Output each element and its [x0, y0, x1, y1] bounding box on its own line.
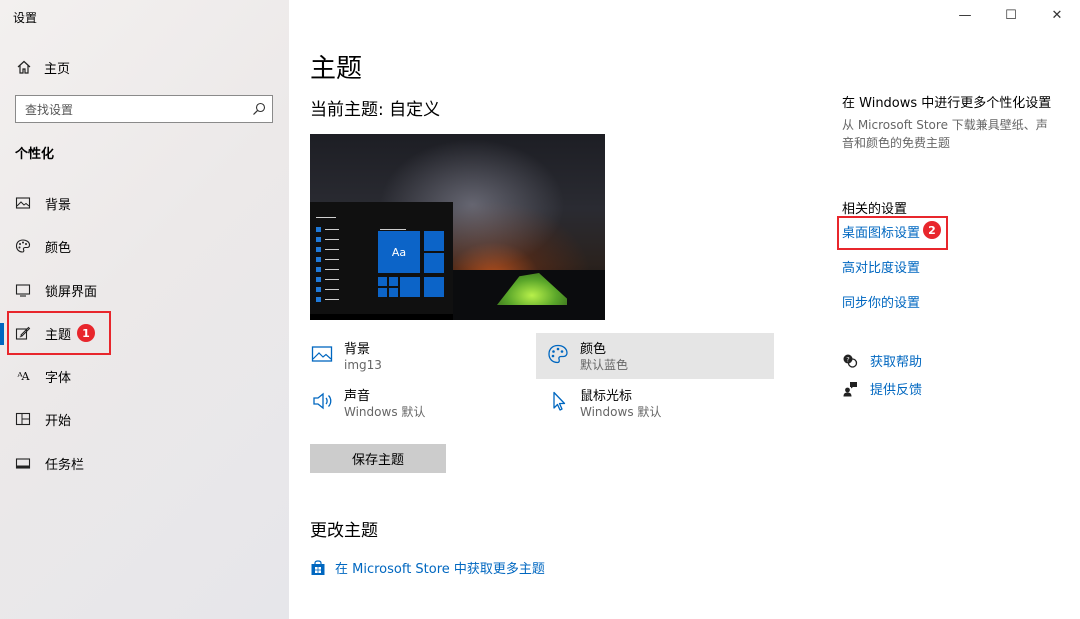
- picture-icon: [310, 342, 334, 366]
- preview-list-row: [316, 276, 339, 282]
- preview-tile: [424, 253, 444, 273]
- sound-option-title: 声音: [344, 389, 371, 404]
- preview-tile: [389, 277, 398, 286]
- cursor-option[interactable]: 鼠标光标 Windows 默认: [546, 389, 661, 420]
- search-placeholder: 查找设置: [25, 102, 74, 117]
- feedback-label: 提供反馈: [870, 383, 923, 398]
- preview-tile: [400, 277, 420, 297]
- sidebar-item-label: 颜色: [45, 240, 72, 256]
- preview-list-row: [316, 286, 339, 292]
- cursor-option-title: 鼠标光标: [580, 389, 633, 404]
- preview-tiles: Aa: [378, 231, 446, 307]
- change-theme-title: 更改主题: [310, 521, 378, 541]
- preview-list-row: [316, 246, 339, 252]
- palette-icon: [15, 238, 31, 254]
- cursor-icon: [546, 389, 570, 413]
- window-controls: — ☐ ✕: [942, 0, 1080, 30]
- sidebar-item-label: 锁屏界面: [45, 284, 98, 300]
- color-option[interactable]: 颜色 默认蓝色: [546, 342, 628, 373]
- page-title: 主题: [310, 54, 363, 84]
- sound-option-value: Windows 默认: [344, 405, 426, 419]
- more-personalization-desc: 从 Microsoft Store 下载兼具壁纸、声音和颜色的免费主题: [842, 118, 1048, 150]
- sidebar-item-taskbar[interactable]: 任务栏: [0, 443, 289, 483]
- window-title: 设置: [13, 11, 38, 25]
- sidebar-item-color[interactable]: 颜色: [0, 226, 289, 266]
- preview-tile-header: [380, 229, 406, 230]
- store-icon: [311, 559, 325, 575]
- current-theme-label: 当前主题: 自定义: [310, 100, 441, 120]
- save-theme-button[interactable]: 保存主题: [310, 444, 446, 473]
- sidebar-item-label: 字体: [45, 370, 72, 386]
- picture-icon: [15, 195, 31, 211]
- preview-taskbar: [310, 314, 453, 320]
- background-option-value: img13: [344, 358, 382, 372]
- high-contrast-settings-link[interactable]: 高对比度设置: [842, 257, 920, 276]
- cursor-option-value: Windows 默认: [580, 405, 662, 419]
- start-tiles-icon: [15, 411, 31, 427]
- font-icon: ᴬA: [17, 369, 30, 383]
- sound-option[interactable]: 声音 Windows 默认: [310, 389, 425, 420]
- more-personalization-title: 在 Windows 中进行更多个性化设置: [842, 96, 1052, 111]
- store-themes-link[interactable]: 在 Microsoft Store 中获取更多主题: [310, 558, 545, 577]
- color-option-title: 颜色: [580, 342, 607, 357]
- sidebar-item-fonts[interactable]: ᴬA 字体: [0, 356, 289, 396]
- preview-tile: [389, 288, 398, 297]
- sidebar-item-background[interactable]: 背景: [0, 183, 289, 223]
- preview-list-row: [316, 266, 339, 272]
- preview-tile: [424, 231, 444, 251]
- sidebar: 设置 主页 查找设置 个性化 背景 颜色 锁屏界面 主题 1 ᴬA 字体 开始 …: [0, 0, 289, 619]
- home-nav-item[interactable]: 主页: [16, 57, 70, 77]
- minimize-button[interactable]: —: [942, 0, 988, 30]
- preview-tile-aa: Aa: [378, 231, 420, 273]
- preview-tile: [424, 277, 444, 297]
- palette-icon: [546, 342, 570, 366]
- home-icon: [17, 60, 31, 74]
- maximize-button[interactable]: ☐: [988, 0, 1034, 30]
- monitor-icon: [15, 282, 31, 298]
- sidebar-item-start[interactable]: 开始: [0, 399, 289, 439]
- speaker-icon: [310, 389, 334, 413]
- get-help-link[interactable]: ? 获取帮助: [842, 351, 922, 370]
- store-link-label: 在 Microsoft Store 中获取更多主题: [335, 562, 545, 577]
- background-option[interactable]: 背景 img13: [310, 342, 382, 373]
- annotation-box-1: [7, 311, 111, 355]
- background-option-title: 背景: [344, 342, 371, 357]
- annotation-badge-2: 2: [923, 221, 941, 239]
- preview-list-row: [316, 214, 336, 220]
- search-icon[interactable]: [252, 102, 266, 116]
- related-settings-title: 相关的设置: [842, 202, 908, 217]
- preview-list-row: [316, 256, 339, 262]
- help-chat-icon: ?: [843, 354, 858, 368]
- svg-text:?: ?: [846, 355, 849, 363]
- section-title: 个性化: [15, 147, 55, 162]
- sidebar-item-label: 任务栏: [45, 457, 85, 473]
- sidebar-item-label: 背景: [45, 197, 72, 213]
- theme-preview: Aa: [310, 134, 605, 320]
- feedback-link[interactable]: 提供反馈: [842, 379, 922, 398]
- sync-settings-link[interactable]: 同步你的设置: [842, 292, 920, 311]
- close-button[interactable]: ✕: [1034, 0, 1080, 30]
- sidebar-item-lockscreen[interactable]: 锁屏界面: [0, 270, 289, 310]
- annotation-badge-1: 1: [77, 324, 95, 342]
- get-help-label: 获取帮助: [870, 355, 923, 370]
- preview-tile: [378, 288, 387, 297]
- color-option-value: 默认蓝色: [580, 358, 629, 372]
- feedback-person-icon: [843, 381, 857, 396]
- preview-list-row: [316, 236, 339, 242]
- preview-list-row: [316, 226, 339, 232]
- sidebar-item-label: 开始: [45, 413, 72, 429]
- home-label: 主页: [44, 61, 71, 77]
- preview-list-row: [316, 296, 339, 302]
- preview-tile: [378, 277, 387, 286]
- taskbar-icon: [15, 455, 31, 471]
- search-input[interactable]: 查找设置: [15, 95, 273, 123]
